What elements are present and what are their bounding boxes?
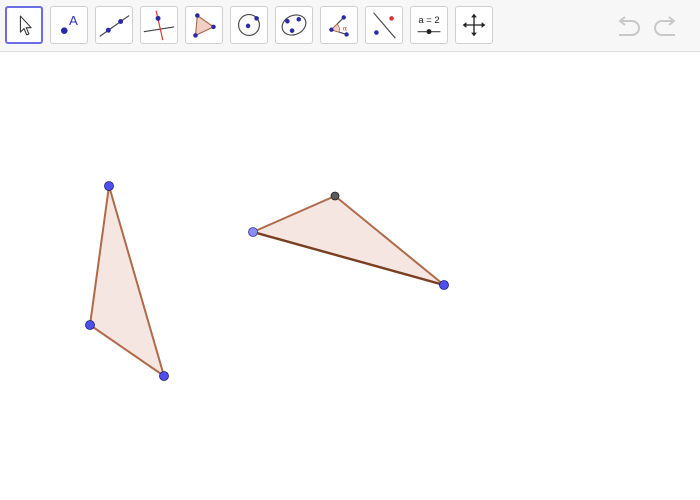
point[interactable] — [85, 320, 95, 330]
undo-button[interactable] — [613, 12, 643, 40]
perpendicular-line-icon — [143, 10, 175, 41]
circle-tool-button[interactable] — [230, 6, 268, 44]
slider-label: a = 2 — [418, 15, 439, 26]
redo-icon — [654, 16, 676, 36]
svg-text:α: α — [343, 25, 348, 33]
toolbar: A α a = 2 — [0, 0, 700, 52]
perpendicular-line-tool-button[interactable] — [140, 6, 178, 44]
triangle-left[interactable] — [88, 185, 166, 379]
point-tool-button[interactable]: A — [50, 6, 88, 44]
triangle-right[interactable] — [250, 194, 445, 287]
polygon-icon — [193, 13, 216, 38]
slider-tool-button[interactable]: a = 2 — [410, 6, 448, 44]
move-arrows-icon — [462, 13, 486, 37]
point[interactable] — [248, 227, 258, 237]
reflect-about-line-icon — [373, 12, 396, 39]
cursor-arrow-icon — [19, 15, 32, 36]
point[interactable] — [439, 280, 449, 290]
undo-icon — [618, 16, 640, 36]
slider-icon: a = 2 — [417, 15, 441, 35]
point[interactable] — [104, 181, 114, 191]
line-icon — [99, 15, 130, 37]
angle-tool-button[interactable]: α — [320, 6, 358, 44]
point[interactable] — [330, 191, 340, 201]
point-icon: A — [60, 13, 78, 34]
ellipse-icon — [281, 14, 307, 36]
polygon-tool-button[interactable] — [185, 6, 223, 44]
line-tool-button[interactable] — [95, 6, 133, 44]
redo-button[interactable] — [651, 12, 681, 40]
point[interactable] — [159, 371, 169, 381]
svg-text:A: A — [69, 13, 78, 28]
graphics-view[interactable] — [0, 52, 700, 500]
move-graphics-view-tool-button[interactable] — [455, 6, 493, 44]
reflect-tool-button[interactable] — [365, 6, 403, 44]
move-tool-button[interactable] — [5, 6, 43, 44]
angle-icon: α — [329, 15, 349, 37]
conic-tool-button[interactable] — [275, 6, 313, 44]
circle-icon — [238, 14, 260, 36]
